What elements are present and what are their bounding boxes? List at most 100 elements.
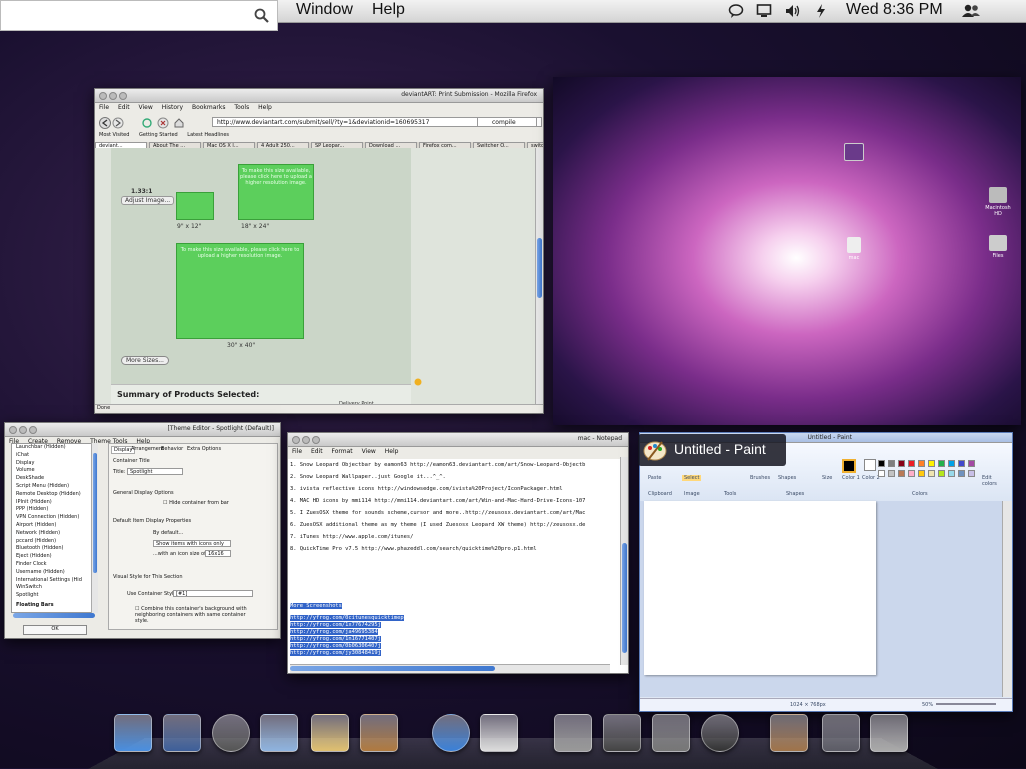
display-icon[interactable] — [756, 3, 772, 19]
window-controls[interactable] — [99, 92, 129, 102]
users-icon[interactable] — [961, 3, 981, 19]
web-search-input[interactable]: compile — [477, 117, 537, 127]
back-forward-icon[interactable] — [99, 117, 129, 129]
bookmark-latest-headlines[interactable]: Latest Headlines — [187, 132, 229, 138]
tree-item[interactable]: Eject (Hidden) — [16, 553, 96, 561]
firefox-scrollbar[interactable] — [535, 148, 543, 406]
scroll-thumb[interactable] — [537, 238, 542, 298]
paint-vscrollbar[interactable] — [1002, 501, 1012, 697]
palette-swatch[interactable] — [878, 470, 885, 477]
desktop-icon-mac[interactable]: mac — [839, 237, 869, 261]
palette-swatch[interactable] — [908, 470, 915, 477]
palette-swatch[interactable] — [898, 470, 905, 477]
tree-hscroll-thumb[interactable] — [13, 613, 95, 618]
safari-icon[interactable] — [430, 712, 470, 754]
shapes-button[interactable]: Shapes — [778, 475, 796, 481]
brushes-button[interactable]: Brushes — [750, 475, 770, 481]
color2-swatch[interactable] — [864, 459, 876, 471]
tree-item[interactable]: Bluetooth (Hidden) — [16, 545, 96, 553]
tree-item[interactable]: VPN Connection (Hidden) — [16, 514, 96, 522]
tree-item[interactable]: iChat — [16, 452, 96, 460]
iphoto-icon[interactable] — [768, 712, 808, 754]
np-menu-help[interactable]: Help — [385, 448, 399, 455]
bookmark-most-visited[interactable]: Most Visited — [99, 132, 129, 138]
shutdown-icon[interactable] — [699, 712, 739, 754]
tree-item[interactable]: Spotlight — [16, 592, 96, 600]
palette-swatch[interactable] — [968, 460, 975, 467]
size-30x40-thumb[interactable]: To make this size available, please clic… — [176, 243, 304, 339]
np-menu-edit[interactable]: Edit — [311, 448, 323, 455]
tree-item[interactable]: Display — [16, 460, 96, 468]
utilities-icon[interactable] — [552, 712, 592, 754]
desktop-icon-screenshot[interactable] — [839, 143, 869, 163]
palette-swatch[interactable] — [908, 460, 915, 467]
ff-menu-edit[interactable]: Edit — [118, 104, 130, 111]
help-icon[interactable] — [414, 378, 422, 386]
palette-swatch[interactable] — [918, 460, 925, 467]
palette-swatch[interactable] — [888, 460, 895, 467]
reload-icon[interactable] — [141, 117, 153, 129]
menu-clock[interactable]: Wed 8:36 PM — [846, 1, 943, 19]
palette-swatch[interactable] — [898, 460, 905, 467]
size-18x24-thumb[interactable]: To make this size available, please clic… — [238, 164, 314, 220]
color1-swatch[interactable] — [842, 459, 856, 473]
tree-item[interactable]: International Settings (Hid — [16, 577, 96, 585]
dashboard-icon[interactable] — [210, 712, 250, 754]
tab-behavior[interactable]: Behavior — [161, 446, 183, 452]
paint-canvas[interactable] — [644, 501, 876, 675]
address-book-icon[interactable] — [358, 712, 398, 754]
show-items-select[interactable]: Show items with icons only — [153, 540, 231, 547]
bookmark-getting-started[interactable]: Getting Started — [139, 132, 178, 138]
volume-icon[interactable] — [784, 3, 802, 19]
power-plug-icon[interactable] — [815, 3, 827, 19]
ff-menu-file[interactable]: File — [99, 104, 109, 111]
theme-editor-window[interactable]: [Theme Editor - Spotlight (Default)] Fil… — [4, 422, 281, 639]
mail-icon[interactable] — [309, 712, 349, 754]
palette-swatch[interactable] — [888, 470, 895, 477]
stop-icon[interactable] — [157, 117, 169, 129]
tree-item[interactable]: Username (Hidden) — [16, 569, 96, 577]
zoom-slider[interactable] — [936, 703, 996, 705]
desktop-icon-macintosh-hd[interactable]: Macintosh HD — [983, 187, 1013, 217]
palette-swatch[interactable] — [938, 470, 945, 477]
home-icon[interactable] — [173, 117, 185, 129]
tree-item[interactable]: Volume — [16, 467, 96, 475]
palette-swatch[interactable] — [938, 460, 945, 467]
ff-menu-history[interactable]: History — [162, 104, 183, 111]
tree-item[interactable]: PPP (Hidden) — [16, 506, 96, 514]
tree-item[interactable]: Finder Clock — [16, 561, 96, 569]
select-button[interactable]: Select — [682, 475, 702, 481]
tree-item[interactable]: Network (Hidden) — [16, 530, 96, 538]
notepad-titlebar[interactable]: mac - Notepad — [288, 433, 628, 447]
tree-item[interactable]: WinSwitch — [16, 584, 96, 592]
calculator-icon[interactable] — [601, 712, 641, 754]
menu-window[interactable]: Window — [296, 1, 353, 19]
container-tree[interactable]: Launchbar (Hidden) iChat Display Volume … — [11, 443, 97, 613]
tree-item[interactable]: pccard (Hidden) — [16, 538, 96, 546]
tree-item[interactable]: Airport (Hidden) — [16, 522, 96, 530]
scroll-thumb[interactable] — [93, 453, 97, 573]
palette-swatch[interactable] — [968, 470, 975, 477]
finder-icon[interactable] — [112, 712, 152, 754]
firefox-window[interactable]: deviantART: Print Submission - Mozilla F… — [94, 88, 544, 414]
paste-button[interactable]: Paste — [648, 475, 662, 481]
theme-editor-titlebar[interactable]: [Theme Editor - Spotlight (Default)] — [5, 423, 280, 437]
scroll-thumb[interactable] — [622, 543, 627, 653]
search-icon[interactable] — [254, 8, 270, 24]
tab-arrangement[interactable]: Arrangement — [131, 446, 164, 452]
tree-item[interactable]: DeskShade — [16, 475, 96, 483]
ff-menu-tools[interactable]: Tools — [234, 104, 249, 111]
tree-item[interactable]: Script Menu (Hidden) — [16, 483, 96, 491]
hide-container-checkbox[interactable]: ☐ Hide container from bar — [163, 500, 229, 506]
menu-help[interactable]: Help — [372, 1, 405, 19]
window-controls[interactable] — [292, 436, 322, 446]
desktop-icon-files[interactable]: Files — [983, 235, 1013, 259]
title-input[interactable]: Spotlight — [127, 468, 183, 475]
notepad-hscrollbar[interactable] — [290, 664, 610, 673]
tree-item[interactable]: Remote Desktop (Hidden) — [16, 491, 96, 499]
icon-size-select[interactable]: 16x16 — [205, 550, 231, 557]
notepad-text-area[interactable]: 1. Snow Leopard Objectbar by eamon63 htt… — [290, 459, 620, 661]
palette-swatch[interactable] — [928, 460, 935, 467]
palette-swatch[interactable] — [928, 470, 935, 477]
palette-swatch[interactable] — [958, 470, 965, 477]
